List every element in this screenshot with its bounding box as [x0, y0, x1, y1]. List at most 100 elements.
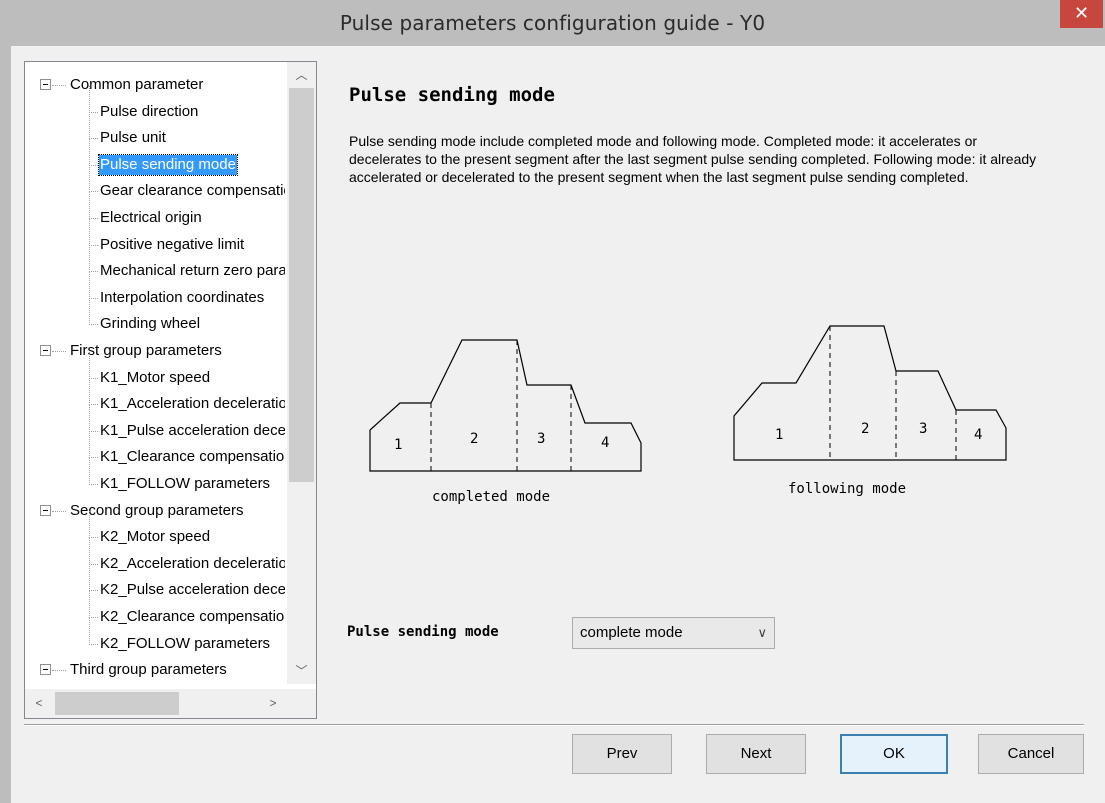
- tree-connector: [89, 164, 98, 166]
- tree-item[interactable]: K2_Pulse acceleration deceleration: [89, 564, 285, 603]
- tree-item[interactable]: Electrical origin: [89, 192, 203, 231]
- tree-connector: [89, 404, 90, 432]
- following-segment-4: 4: [974, 427, 982, 443]
- tree-connector: [89, 430, 98, 432]
- tree-item[interactable]: Mechanical return zero parameters: [89, 245, 285, 284]
- close-icon[interactable]: ✕: [1060, 0, 1103, 28]
- tree-group-item[interactable]: Third group parameters: [40, 657, 228, 683]
- tree-item[interactable]: K2_Clearance compensation: [89, 591, 285, 630]
- parameter-tree[interactable]: Common parameter Pulse direction Pulse uni…: [24, 61, 317, 719]
- tree-connector: [52, 351, 66, 352]
- tree-connector: [89, 563, 98, 565]
- tree-connector: [89, 590, 98, 592]
- tree-connector: [52, 85, 66, 86]
- tree-group-item[interactable]: First group parameters: [40, 338, 223, 364]
- tree-connector: [89, 298, 90, 326]
- horizontal-scroll-thumb[interactable]: [55, 692, 179, 715]
- scroll-up-icon[interactable]: ︿: [287, 62, 316, 88]
- vertical-scrollbar[interactable]: ︿ ﹀: [287, 62, 316, 684]
- tree-connector: [89, 511, 90, 539]
- scroll-left-icon[interactable]: <: [25, 689, 53, 718]
- tree-connector: [89, 617, 98, 618]
- completed-mode-caption: completed mode: [432, 489, 551, 505]
- tree-item[interactable]: K1_Clearance compensation: [89, 431, 285, 470]
- tree-item[interactable]: K1_Pulse acceleration deceleration: [89, 404, 285, 444]
- pulse-sending-mode-select[interactable]: complete mode ∨: [572, 617, 775, 649]
- tree-item[interactable]: Grinding wheel: [89, 298, 201, 337]
- completed-segment-4: 4: [601, 435, 609, 451]
- tree-item[interactable]: Pulse unit: [89, 112, 167, 151]
- tree-item[interactable]: Gear clearance compensation: [89, 165, 285, 204]
- tree-item[interactable]: Pulse sending mode: [89, 138, 238, 178]
- collapse-icon[interactable]: [40, 79, 51, 90]
- window-left-border: [0, 0, 11, 803]
- ok-button[interactable]: OK: [840, 734, 948, 774]
- completed-segment-2: 2: [470, 431, 478, 447]
- tree-connector: [89, 218, 90, 246]
- tree-item-label: Third group parameters: [70, 661, 227, 679]
- tree-item-label: Interpolation coordinates: [100, 288, 265, 306]
- scroll-down-icon[interactable]: ﹀: [287, 658, 316, 684]
- tree-connector: [89, 218, 98, 219]
- tree-connector: [89, 484, 98, 485]
- tree-connector: [89, 377, 98, 379]
- tree-connector: [89, 138, 90, 166]
- pulse-sending-mode-label: Pulse sending mode: [347, 624, 499, 640]
- tree-list: Common parameter Pulse direction Pulse uni…: [25, 72, 285, 692]
- tree-connector: [89, 537, 98, 539]
- tree-connector: [89, 138, 98, 140]
- tree-item-label: K2_FOLLOW parameters: [100, 634, 271, 652]
- tree-item-label: K2_Acceleration deceleration: [100, 554, 285, 572]
- tree-connector: [89, 431, 90, 459]
- tree-connector: [89, 271, 98, 273]
- tree-item-label: First group parameters: [70, 342, 222, 359]
- tree-item[interactable]: Interpolation coordinates: [89, 271, 265, 311]
- tree-item-label: K1_Acceleration deceleration: [100, 395, 285, 413]
- select-value: complete mode: [580, 624, 683, 641]
- tree-item[interactable]: K1_FOLLOW parameters: [89, 458, 271, 497]
- tree-connector: [89, 404, 98, 406]
- tree-item[interactable]: K1_Acceleration deceleration: [89, 378, 285, 417]
- tree-connector: [89, 591, 90, 618]
- tree-connector: [89, 192, 90, 219]
- prev-button[interactable]: Prev: [572, 734, 672, 774]
- tree-item[interactable]: K2_Acceleration deceleration: [89, 537, 285, 577]
- following-segment-2: 2: [861, 421, 869, 437]
- tree-item[interactable]: K2_Motor speed: [89, 511, 211, 550]
- completed-mode-outline: [369, 339, 642, 472]
- tree-item[interactable]: Positive negative limit: [89, 218, 245, 258]
- footer-separator: [24, 724, 1084, 726]
- tree-connector: [89, 458, 90, 485]
- tree-item[interactable]: K2_FOLLOW parameters: [89, 617, 271, 657]
- title-bar[interactable]: Pulse parameters configuration guide - Y…: [0, 0, 1105, 46]
- tree-item-label: K2_Pulse acceleration deceleration: [100, 581, 285, 599]
- vertical-scroll-thumb[interactable]: [289, 88, 314, 482]
- tree-connector: [89, 537, 90, 565]
- following-segment-1: 1: [775, 427, 783, 443]
- scrollbar-corner: [287, 689, 316, 718]
- horizontal-scrollbar[interactable]: < >: [25, 689, 287, 718]
- tree-item[interactable]: Pulse direction: [89, 85, 199, 125]
- tree-connector: [89, 244, 98, 246]
- collapse-icon[interactable]: [40, 345, 51, 356]
- following-mode-caption: following mode: [788, 481, 907, 497]
- tree-group-item[interactable]: Second group parameters: [40, 498, 244, 524]
- tree-connector: [89, 457, 98, 459]
- pulse-mode-diagram: 1 2 3 4 1 2 3 4: [369, 325, 1007, 472]
- tree-connector: [89, 297, 98, 299]
- cancel-button[interactable]: Cancel: [978, 734, 1084, 774]
- window-title: Pulse parameters configuration guide - Y…: [339, 11, 766, 35]
- tree-item-label: Positive negative limit: [100, 235, 245, 253]
- collapse-icon[interactable]: [40, 504, 51, 516]
- tree-connector: [89, 271, 90, 299]
- tree-item-label: Pulse unit: [100, 129, 166, 147]
- tree-connector: [89, 111, 98, 113]
- tree-item-label: Pulse sending mode: [98, 153, 238, 176]
- next-button[interactable]: Next: [706, 734, 806, 774]
- tree-item[interactable]: K1_Motor speed: [89, 351, 211, 391]
- collapse-icon[interactable]: [40, 664, 51, 676]
- scroll-right-icon[interactable]: >: [259, 689, 287, 718]
- tree-connector: [89, 351, 90, 379]
- section-description: Pulse sending mode include completed mod…: [349, 133, 1037, 185]
- tree-item-label: K1_Motor speed: [100, 368, 211, 386]
